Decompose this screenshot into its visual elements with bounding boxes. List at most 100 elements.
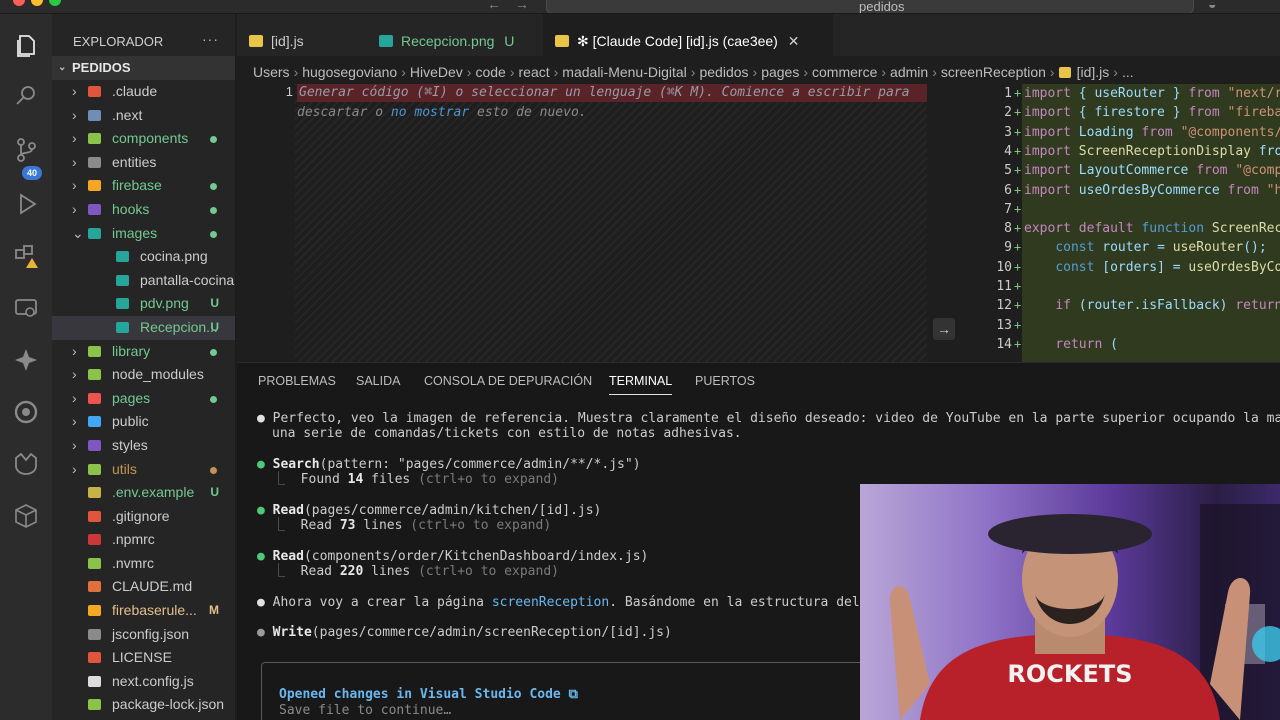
gitlens-icon[interactable] [12,450,40,478]
breadcrumb-separator: › [932,64,937,80]
bullet-icon: ● [257,457,265,472]
tree-item[interactable]: pantalla-cocina... [52,269,235,293]
source-control-badge: 40 [22,166,42,180]
tab-debug-console[interactable]: CONSOLA DE DEPURACIÓN [424,374,592,388]
tree-item[interactable]: next.config.js [52,670,235,694]
diff-line-number: 11 [996,279,1012,294]
breadcrumb-item[interactable]: madali-Menu-Digital [562,64,687,80]
breadcrumb-item[interactable]: pages [761,64,799,80]
more-actions-icon[interactable]: ··· [202,31,219,47]
diff-line-number: 5 [1004,163,1012,179]
workspace-root[interactable]: ⌄ PEDIDOS [52,56,235,80]
tab-claude-code[interactable]: ✻ [Claude Code] [id].js (cae3ee) ✕ [543,14,833,56]
breadcrumb-item[interactable]: pedidos [699,64,748,80]
diff-view[interactable]: 1 +2 +3 +4 +5 +6 +7 +8 +9 +10 +11 +12 +13 +14 + import… [962,84,1280,362]
account-icon[interactable]: ◒ [1208,0,1216,12]
tree-item[interactable]: › entities [52,151,235,175]
folder-icon [88,416,101,428]
tree-item[interactable]: package-lock.json [52,693,235,717]
terminal-output[interactable]: ● Perfecto, veo la imagen de referencia.… [257,411,1280,675]
tab-ports[interactable]: PUERTOS [695,374,755,388]
tree-item[interactable]: › public [52,410,235,434]
sparkle-icon[interactable] [12,346,40,374]
breadcrumb-item[interactable]: react [519,64,550,80]
message-link[interactable]: screenReception [492,595,609,610]
tree-item[interactable]: .gitignore [52,505,235,529]
result-text: Read [300,518,340,533]
editor-background [295,84,927,362]
git-status-dot [210,348,217,356]
tree-item[interactable]: › .next [52,104,235,128]
tree-item[interactable]: cocina.png [52,245,235,269]
editor-pane[interactable]: 1 Generar código (⌘I) o seleccionar un l… [237,84,959,362]
tree-item[interactable]: › components [52,127,235,151]
claude-icon[interactable] [12,398,40,426]
tab-id-js[interactable]: [id].js [237,14,367,56]
breadcrumb-item[interactable]: HiveDev [410,64,463,80]
tool-args: (pattern: "pages/commerce/admin/**/*.js"… [319,457,641,472]
tree-item[interactable]: LICENSE [52,646,235,670]
breadcrumb-item[interactable]: code [475,64,505,80]
explorer-title: EXPLORADOR [73,34,164,49]
tool-name: Read [272,549,304,564]
breadcrumb-item[interactable]: commerce [812,64,877,80]
forward-arrow-icon[interactable]: → [515,0,529,12]
run-debug-icon[interactable] [12,190,40,218]
tree-item[interactable]: › pages [52,387,235,411]
tab-problems[interactable]: PROBLEMAS [258,374,336,388]
file-icon [88,534,101,546]
tree-item[interactable]: › utils [52,458,235,482]
tree-item[interactable]: CLAUDE.md [52,575,235,599]
tree-item[interactable]: .nvmrc [52,552,235,576]
tab-terminal[interactable]: TERMINAL [609,374,673,395]
breadcrumb-item[interactable]: [id].js [1077,64,1110,80]
explorer-icon[interactable] [12,32,40,60]
folder-icon [88,180,101,192]
command-center-search[interactable]: pedidos [546,0,1194,13]
tree-item[interactable]: › styles [52,434,235,458]
tool-name: Read [272,503,304,518]
breadcrumb-item[interactable]: admin [890,64,928,80]
tree-item[interactable]: › hooks [52,198,235,222]
explorer-sidebar: EXPLORADOR ··· ⌄ PEDIDOS › .claude › .next ›… [52,14,236,720]
search-icon[interactable] [12,82,40,110]
search-tool-call: ● Search(pattern: "pages/commerce/admin/… [257,457,641,473]
tree-item[interactable]: › .claude [52,80,235,104]
bullet-icon: ● [257,549,265,564]
tree-item[interactable]: › node_modules [52,363,235,387]
tree-item[interactable]: Recepcion... U [52,315,235,340]
maximize-window-button[interactable] [49,0,61,6]
tree-item-label: images [112,224,158,241]
js-file-icon [249,35,263,47]
remote-explorer-icon[interactable] [12,294,40,322]
breadcrumb-item[interactable]: screenReception [941,64,1046,80]
minimize-window-button[interactable] [31,0,43,6]
close-tab-icon[interactable]: ✕ [788,33,800,49]
tree-item[interactable]: › firebase [52,174,235,198]
extensions-warning-icon[interactable] [12,242,40,270]
diff-code-line: import Loading from "@components/ [1024,124,1280,140]
arrow-right-icon[interactable]: → [933,318,955,340]
breadcrumb-item[interactable]: hugosegoviano [302,64,397,80]
tree-item[interactable]: firebaserule... M [52,599,235,623]
dont-show-link[interactable]: no mostrar [391,105,469,120]
tree-item[interactable]: .npmrc [52,528,235,552]
tree-item[interactable]: pdv.png U [52,292,235,316]
tree-item[interactable]: .env.example U [52,481,235,505]
tree-item[interactable]: jsconfig.json [52,623,235,647]
breadcrumb-item[interactable]: ... [1122,64,1134,80]
package-icon[interactable] [12,502,40,530]
close-window-button[interactable] [13,0,25,6]
file-icon [88,628,101,640]
tree-item[interactable]: ⌄ images [52,222,235,246]
tab-recepcion-png[interactable]: Recepcion.png U [367,14,543,56]
file-icon [88,557,101,569]
back-arrow-icon[interactable]: ← [487,0,501,12]
tree-item-label: Recepcion... [140,318,218,335]
git-status-dot [210,230,217,238]
tab-output[interactable]: SALIDA [356,374,400,388]
tree-item[interactable]: › library [52,340,235,364]
write-tool-call: ● Write(pages/commerce/admin/screenRecep… [257,625,672,641]
source-control-icon[interactable] [12,136,40,164]
breadcrumb-item[interactable]: Users [253,64,290,80]
